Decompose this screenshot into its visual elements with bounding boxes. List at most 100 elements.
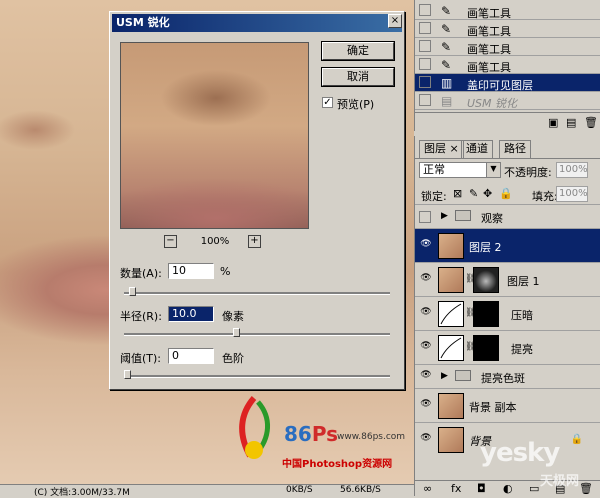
layer-thumbnail[interactable] [438, 233, 464, 259]
layer-row[interactable]: 👁 ⛓ 压暗 [415, 296, 600, 330]
link-layers-icon[interactable]: ∞ [423, 482, 432, 495]
amount-label: 数量(A): [120, 267, 162, 280]
adjustment-layer-icon[interactable]: ◐ [503, 482, 513, 495]
history-item[interactable]: ✎ 画笔工具 [415, 20, 600, 38]
threshold-input[interactable]: 0 [168, 348, 214, 364]
layer-row[interactable]: 👁 ⛓ 图层 1 [415, 262, 600, 296]
eye-icon[interactable]: 👁 [419, 370, 433, 382]
zoom-in-button[interactable]: + [248, 235, 261, 248]
eye-icon[interactable]: 👁 [419, 399, 433, 411]
layer-name[interactable]: 背景 副本 [469, 399, 517, 415]
brush-icon: ✎ [441, 22, 452, 36]
tab-paths[interactable]: 路径 [499, 140, 531, 158]
layer-thumbnail[interactable] [438, 427, 464, 453]
layer-row[interactable]: 👁 图层 2 [415, 228, 600, 262]
new-document-icon[interactable]: ▤ [566, 116, 576, 129]
blend-mode-value: 正常 [423, 163, 445, 176]
preview-checkbox[interactable]: ✓ 预览(P) [322, 96, 402, 111]
brush-icon: ✎ [441, 58, 452, 72]
threshold-slider-track[interactable] [124, 370, 390, 379]
lock-position-icon[interactable]: ✥ [483, 187, 492, 200]
history-item[interactable]: ▥ 盖印可见图层 [415, 74, 600, 92]
eye-icon[interactable]: 👁 [419, 433, 433, 445]
layer-row[interactable]: 👁 ⛓ 提亮 [415, 330, 600, 364]
cancel-button[interactable]: 取消 [321, 67, 395, 87]
dialog-title: USM 锐化 [112, 14, 402, 32]
amount-input[interactable]: 10 [168, 263, 214, 279]
radius-unit: 像素 [222, 310, 244, 323]
amount-slider-thumb[interactable] [129, 287, 136, 296]
lock-icon: 🔒 [570, 434, 583, 445]
tab-layers[interactable]: 图层 × [419, 140, 464, 158]
add-mask-icon[interactable]: ◘ [477, 482, 486, 495]
eye-icon[interactable]: 👁 [419, 239, 433, 251]
layer-name[interactable]: 提亮 [511, 341, 533, 357]
eye-icon[interactable]: 👁 [419, 307, 433, 319]
status-speed-a: 0KB/S [286, 485, 313, 495]
radius-slider-track[interactable] [124, 328, 390, 337]
layer-mask-thumbnail[interactable] [473, 267, 499, 293]
history-item[interactable]: ▤ USM 锐化 [415, 92, 600, 110]
layer-thumbnail[interactable] [438, 267, 464, 293]
fill-input[interactable]: 100% [556, 186, 588, 202]
lock-all-icon[interactable]: 🔒 [499, 187, 513, 200]
layer-row[interactable]: ▶ 观察 [415, 204, 600, 228]
history-item[interactable]: ✎ 画笔工具 [415, 2, 600, 20]
preview-image[interactable] [120, 42, 309, 229]
history-source-cell[interactable] [419, 22, 431, 34]
lock-transparency-icon[interactable]: ⊠ [453, 187, 462, 200]
layer-row[interactable]: 👁 ▶ 提亮色斑 [415, 364, 600, 388]
ok-button[interactable]: 确定 [321, 41, 395, 61]
history-source-cell[interactable] [419, 4, 431, 16]
layer-thumbnail[interactable] [438, 393, 464, 419]
history-source-cell[interactable] [419, 94, 431, 106]
tab-channels[interactable]: 通道 [461, 140, 493, 158]
new-group-icon[interactable]: ▭ [529, 482, 539, 495]
filter-icon: ▤ [441, 94, 453, 108]
history-source-cell[interactable] [419, 76, 431, 88]
threshold-slider-thumb[interactable] [124, 370, 131, 379]
layer-name[interactable]: 图层 2 [469, 239, 502, 255]
chevron-right-icon[interactable]: ▶ [441, 211, 448, 221]
layer-row[interactable]: 👁 背景 副本 [415, 388, 600, 422]
layer-style-icon[interactable]: fx [451, 482, 461, 495]
brush-icon: ✎ [441, 40, 452, 54]
zoom-level: 100% [200, 236, 230, 247]
visibility-toggle[interactable] [419, 211, 431, 223]
layer-mask-thumbnail[interactable] [473, 301, 499, 327]
radius-input[interactable]: 10.0 [168, 306, 214, 322]
chevron-right-icon[interactable]: ▶ [441, 371, 448, 381]
eye-icon[interactable]: 👁 [419, 341, 433, 353]
layer-name[interactable]: 图层 1 [507, 273, 540, 289]
layer-name[interactable]: 压暗 [511, 307, 533, 323]
blend-mode-select[interactable]: 正常 ▼ [419, 162, 501, 178]
zoom-out-button[interactable]: − [164, 235, 177, 248]
history-item[interactable]: ✎ 画笔工具 [415, 38, 600, 56]
layers-tabs: 图层 × 通道 路径 [415, 140, 600, 159]
amount-unit: % [220, 265, 231, 278]
opacity-input[interactable]: 100% [556, 162, 588, 178]
chevron-down-icon[interactable]: ▼ [486, 163, 500, 177]
trash-icon[interactable]: 🗑 [579, 482, 593, 495]
curves-adjustment-icon [438, 335, 464, 361]
close-icon[interactable]: × [388, 14, 402, 28]
new-snapshot-icon[interactable]: ▣ [548, 116, 558, 129]
history-source-cell[interactable] [419, 58, 431, 70]
layer-name[interactable]: 提亮色斑 [481, 370, 525, 386]
amount-slider-track[interactable] [124, 287, 390, 296]
history-item-label: USM 锐化 [467, 97, 518, 110]
history-item-label: 画笔工具 [467, 61, 511, 74]
folder-icon [455, 370, 471, 381]
history-item[interactable]: ✎ 画笔工具 [415, 56, 600, 74]
lock-pixels-icon[interactable]: ✎ [469, 187, 478, 200]
history-source-cell[interactable] [419, 40, 431, 52]
trash-icon[interactable]: 🗑 [584, 116, 598, 129]
eye-icon[interactable]: 👁 [419, 273, 433, 285]
layer-mask-thumbnail[interactable] [473, 335, 499, 361]
logo-86-text: 86Ps [284, 422, 339, 446]
checkmark-icon[interactable]: ✓ [322, 97, 333, 108]
radius-slider-thumb[interactable] [233, 328, 240, 337]
opacity-label: 不透明度: [504, 166, 552, 179]
threshold-unit: 色阶 [222, 352, 244, 365]
layer-name[interactable]: 观察 [481, 210, 503, 226]
